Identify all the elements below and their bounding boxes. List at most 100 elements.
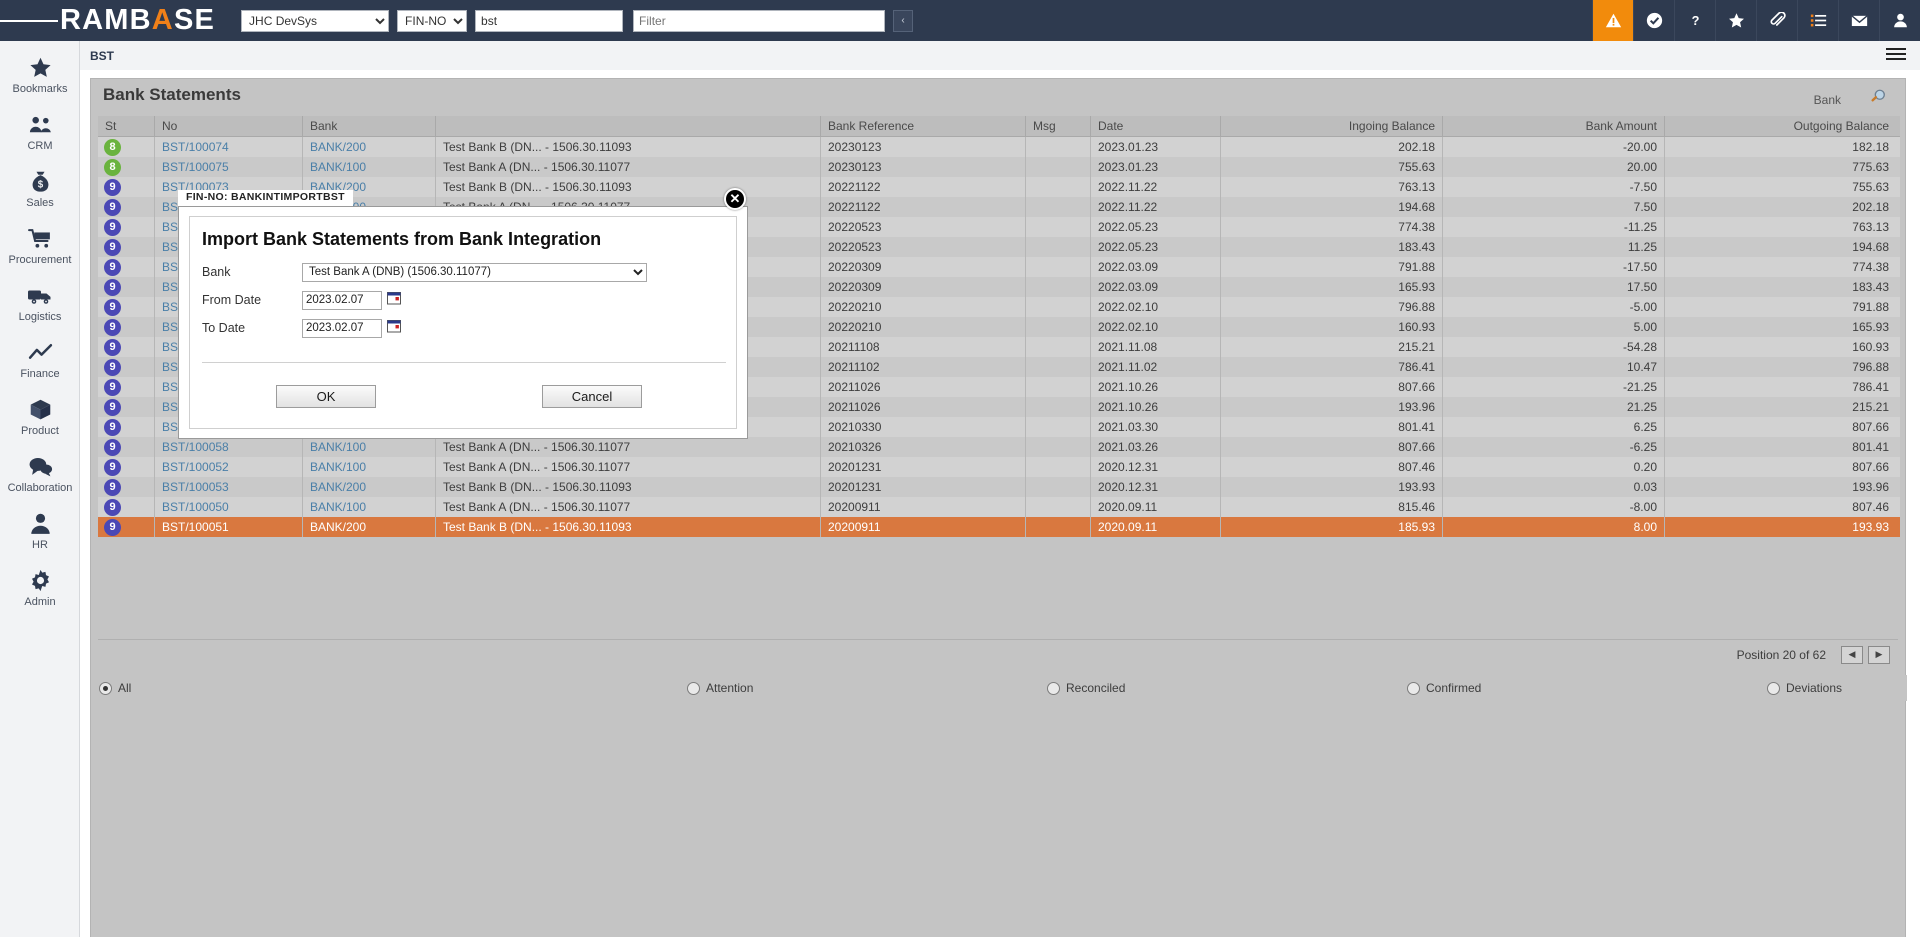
status-badge: 9 <box>104 278 121 296</box>
to-date-input[interactable] <box>302 318 382 338</box>
col-header-bank[interactable]: Bank <box>303 116 436 136</box>
cell-msg <box>1026 157 1091 177</box>
sidebar-item-product[interactable]: Product <box>0 388 80 445</box>
filter-radio-confirmed[interactable]: Confirmed <box>1407 681 1767 695</box>
collapse-button[interactable]: ‹ <box>893 9 914 32</box>
list-icon[interactable] <box>1797 0 1838 41</box>
cell-ingoing-balance: 202.18 <box>1221 137 1443 157</box>
from-date-input[interactable] <box>302 290 382 310</box>
user-icon[interactable] <box>1879 0 1920 41</box>
bank-select[interactable]: Test Bank A (DNB) (1506.30.11077) <box>302 262 647 282</box>
cell-msg <box>1026 337 1091 357</box>
col-header-bank-amount[interactable]: Bank Amount <box>1443 116 1665 136</box>
sidebar-item-procurement[interactable]: Procurement <box>0 217 80 274</box>
speech-bubbles-icon <box>28 454 53 479</box>
magnifier-icon[interactable] <box>1869 88 1887 111</box>
cell-outgoing-balance: 796.88 <box>1852 360 1889 374</box>
status-badge: 9 <box>104 178 121 196</box>
cell-status: 9 <box>98 277 155 297</box>
hamburger-icon[interactable] <box>0 0 58 41</box>
cell-msg <box>1026 437 1091 457</box>
sidebar-label: CRM <box>27 139 53 152</box>
sidebar-item-admin[interactable]: Admin <box>0 559 80 616</box>
cell-date: 2023.01.23 <box>1091 137 1221 157</box>
dialog-inner: Import Bank Statements from Bank Integra… <box>189 216 737 429</box>
cell-bank-amount: -5.00 <box>1443 297 1665 317</box>
cell-bank: BANK/200 <box>303 137 436 157</box>
company-select[interactable]: JHC DevSys <box>241 9 390 32</box>
table-row[interactable]: 8 BST/100075 BANK/100 Test Bank A (DN... - … <box>98 157 1900 177</box>
table-row[interactable]: 9 BST/100052 BANK/100 Test Bank A (DN... - … <box>98 457 1900 477</box>
cell-bank-reference: 20220210 <box>821 297 1026 317</box>
status-badge: 9 <box>104 298 121 316</box>
cell-status: 9 <box>98 177 155 197</box>
help-icon[interactable]: ? <box>1674 0 1715 41</box>
filter-radio-attention[interactable]: Attention <box>687 681 1047 695</box>
calendar-icon[interactable] <box>387 319 401 338</box>
menu-bar <box>1886 48 1906 50</box>
warning-icon[interactable] <box>1592 0 1633 41</box>
domain-select[interactable]: FIN-NO <box>397 9 468 32</box>
sidebar-item-sales[interactable]: $ Sales <box>0 160 80 217</box>
filter-radio-reconciled[interactable]: Reconciled <box>1047 681 1407 695</box>
close-icon[interactable]: ✕ <box>724 188 746 210</box>
filter-radio-all[interactable]: All <box>99 681 687 695</box>
status-badge: 9 <box>104 418 121 436</box>
sidebar-item-collaboration[interactable]: Collaboration <box>0 445 80 502</box>
bank-search-label: Bank <box>1813 92 1841 107</box>
breadcrumb[interactable]: BST <box>80 49 114 63</box>
cell-bank-amount: 20.00 <box>1443 157 1665 177</box>
cell-date: 2021.03.26 <box>1091 437 1221 457</box>
status-badge: 9 <box>104 238 121 256</box>
col-header-bank-reference[interactable]: Bank Reference <box>821 116 1026 136</box>
cell-bank-reference: 20211026 <box>821 377 1026 397</box>
check-badge-icon[interactable] <box>1633 0 1674 41</box>
cell-bank-reference: 20211108 <box>821 337 1026 357</box>
context-menu-icon[interactable] <box>1886 45 1906 63</box>
col-header-no[interactable]: No <box>155 116 303 136</box>
to-date-field-row: To Date <box>202 317 401 339</box>
col-header-msg[interactable]: Msg <box>1026 116 1091 136</box>
pager: Position 20 of 62 ◀ ▶ <box>98 639 1898 669</box>
cell-status: 9 <box>98 477 155 497</box>
filter-input[interactable] <box>633 9 886 32</box>
cell-bank: BANK/100 <box>303 497 436 517</box>
dialog-title: Import Bank Statements from Bank Integra… <box>202 229 602 249</box>
table-row[interactable]: 9 BST/100050 BANK/100 Test Bank A (DN... - … <box>98 497 1900 517</box>
top-bar: RAMBASE JHC DevSys FIN-NO ‹ ? <box>0 0 1920 41</box>
import-bank-statements-dialog: FIN-NO: BANKINTIMPORTBST Import Bank Sta… <box>178 190 748 455</box>
cell-date: 2022.11.22 <box>1091 177 1221 197</box>
cell-status: 9 <box>98 377 155 397</box>
table-row[interactable]: 9 BST/100051 BANK/200 Test Bank B (DN... - … <box>98 517 1900 537</box>
col-header-ingoing-balance[interactable]: Ingoing Balance <box>1221 116 1443 136</box>
pager-next-button[interactable]: ▶ <box>1868 645 1890 664</box>
sidebar-item-logistics[interactable]: Logistics <box>0 274 80 331</box>
cell-bank-reference: 20230123 <box>821 137 1026 157</box>
table-row[interactable]: 9 BST/100053 BANK/200 Test Bank B (DN... - … <box>98 477 1900 497</box>
pager-prev-button[interactable]: ◀ <box>1841 645 1863 664</box>
col-header-outgoing-balance[interactable]: Outgoing Balance <box>1665 116 1896 136</box>
sidebar-item-hr[interactable]: HR <box>0 502 80 559</box>
star-icon[interactable] <box>1715 0 1756 41</box>
cell-bank-amount: 10.47 <box>1443 357 1665 377</box>
paperclip-icon[interactable] <box>1756 0 1797 41</box>
calendar-icon[interactable] <box>387 291 401 310</box>
shortcut-input[interactable] <box>475 9 624 32</box>
envelope-icon[interactable] <box>1838 0 1879 41</box>
col-header-bank-name[interactable] <box>436 116 821 136</box>
cell-date: 2020.12.31 <box>1091 457 1221 477</box>
sidebar-item-crm[interactable]: CRM <box>0 103 80 160</box>
cancel-button[interactable]: Cancel <box>542 385 642 408</box>
cell-bank-reference: 20220523 <box>821 237 1026 257</box>
brand-logo[interactable]: RAMBASE <box>58 4 241 37</box>
sidebar-item-bookmarks[interactable]: Bookmarks <box>0 46 80 103</box>
filter-radio-deviations[interactable]: Deviations <box>1767 681 1842 695</box>
sidebar-label: Finance <box>20 367 60 380</box>
ok-button[interactable]: OK <box>276 385 376 408</box>
table-row[interactable]: 8 BST/100074 BANK/200 Test Bank B (DN... - … <box>98 137 1900 157</box>
sidebar-item-finance[interactable]: Finance <box>0 331 80 388</box>
col-header-st[interactable]: St <box>98 116 155 136</box>
cell-bank-name: Test Bank B (DN... - 1506.30.11093 <box>436 137 821 157</box>
col-header-date[interactable]: Date <box>1091 116 1221 136</box>
cell-ingoing-balance: 786.41 <box>1221 357 1443 377</box>
